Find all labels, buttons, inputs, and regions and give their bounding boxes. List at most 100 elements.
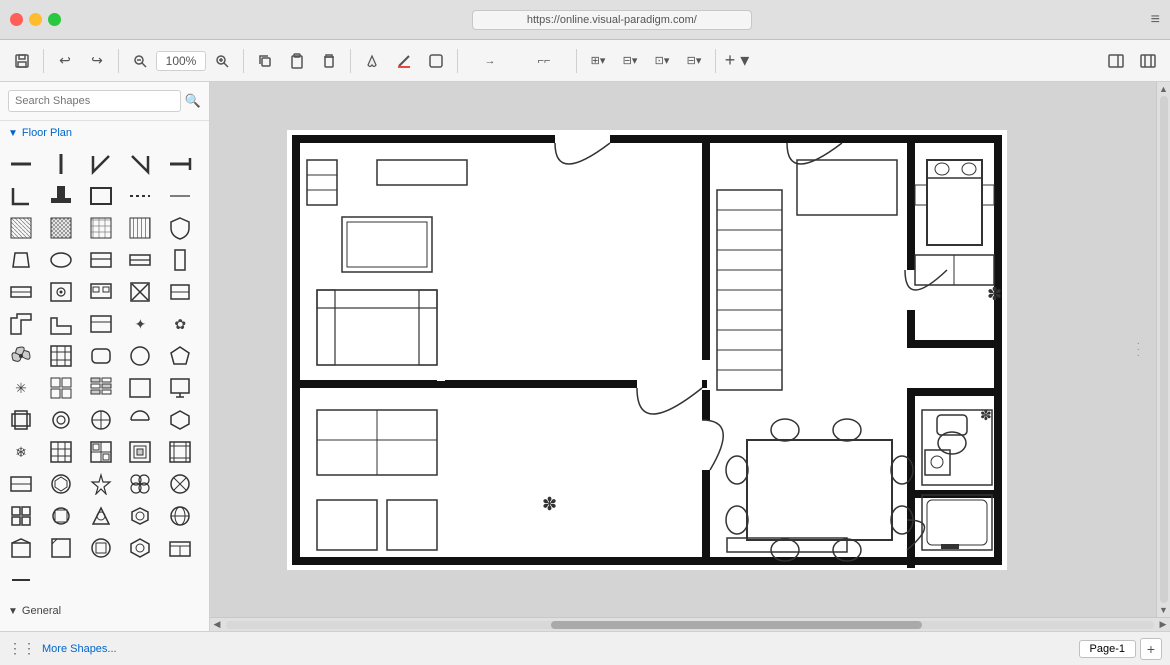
shape-t4[interactable] xyxy=(125,469,155,499)
close-button[interactable] xyxy=(10,13,23,26)
url-text[interactable]: https://online.visual-paradigm.com/ xyxy=(472,10,752,30)
bottom-menu-button[interactable]: ⋮⋮ xyxy=(8,640,36,657)
connector-button[interactable]: → xyxy=(465,47,515,75)
category-general[interactable]: ▼ General xyxy=(0,599,209,623)
shape-s3[interactable] xyxy=(86,437,116,467)
shape-r1[interactable] xyxy=(6,405,36,435)
undo-button[interactable]: ↩ xyxy=(51,47,79,75)
shape-hatch4[interactable] xyxy=(125,213,155,243)
shape-cabinet[interactable] xyxy=(165,245,195,275)
shape-circle2[interactable] xyxy=(125,341,155,371)
shape-r2[interactable] xyxy=(46,405,76,435)
shape-v3[interactable] xyxy=(86,533,116,563)
shape-monitor[interactable] xyxy=(165,373,195,403)
arrange-button[interactable]: ⊞▾ xyxy=(584,47,612,75)
shape-wall-v[interactable] xyxy=(46,149,76,179)
shape-w1[interactable] xyxy=(6,565,36,595)
horizontal-scrollbar[interactable]: ◀ ▶ xyxy=(210,617,1170,631)
shape-rect2[interactable] xyxy=(125,373,155,403)
shape-grid3[interactable] xyxy=(46,373,76,403)
add-page-button[interactable]: + xyxy=(1140,638,1162,660)
shape-t3[interactable] xyxy=(86,469,116,499)
shape-cross[interactable] xyxy=(125,277,155,307)
shape-dashed-h[interactable] xyxy=(125,181,155,211)
panel-toggle-button[interactable] xyxy=(1102,47,1130,75)
fullscreen-button[interactable] xyxy=(1134,47,1162,75)
category-floor-plan[interactable]: ▼ Floor Plan xyxy=(0,121,209,145)
shape-oval[interactable] xyxy=(46,245,76,275)
shape-flower[interactable]: ✿ xyxy=(165,309,195,339)
group-button[interactable]: ⊡▾ xyxy=(648,47,676,75)
shape-bed[interactable] xyxy=(86,245,116,275)
shape-grid2[interactable] xyxy=(46,341,76,371)
shape-5[interactable] xyxy=(165,181,195,211)
align-button[interactable]: ⊟▾ xyxy=(680,47,708,75)
menu-icon[interactable]: ≡ xyxy=(1151,11,1160,29)
shape-r3[interactable] xyxy=(86,405,116,435)
shape-r5[interactable] xyxy=(165,405,195,435)
resize-handle[interactable]: ··· xyxy=(1137,341,1140,359)
shape-star8[interactable]: ✳ xyxy=(6,373,36,403)
waypoint-button[interactable]: ⌐⌐ xyxy=(519,47,569,75)
shape-v2[interactable] xyxy=(46,533,76,563)
scroll-left-arrow[interactable]: ◀ xyxy=(210,618,224,632)
shapes-scroll[interactable]: ▼ Floor Plan xyxy=(0,121,209,631)
shape-u3[interactable] xyxy=(86,501,116,531)
shape-tv[interactable] xyxy=(86,277,116,307)
shape-u2[interactable] xyxy=(46,501,76,531)
shape-corner-piece[interactable] xyxy=(6,309,36,339)
shape-rect[interactable] xyxy=(86,181,116,211)
shape-u5[interactable] xyxy=(165,501,195,531)
shape-s5[interactable] xyxy=(165,437,195,467)
copy-button[interactable] xyxy=(251,47,279,75)
redo-button[interactable]: ↪ xyxy=(83,47,111,75)
search-input[interactable] xyxy=(8,90,181,112)
shape-u1[interactable] xyxy=(6,501,36,531)
layer-button[interactable]: ⊟▾ xyxy=(616,47,644,75)
shape-t-junction[interactable] xyxy=(46,181,76,211)
page-1-tab[interactable]: Page-1 xyxy=(1079,640,1136,658)
shape-t1[interactable] xyxy=(6,469,36,499)
canvas-area[interactable]: ✽ xyxy=(210,82,1156,617)
shape-fan[interactable] xyxy=(6,341,36,371)
maximize-button[interactable] xyxy=(48,13,61,26)
shape-s4[interactable] xyxy=(125,437,155,467)
fill-color-button[interactable] xyxy=(358,47,386,75)
shape-l-shape[interactable] xyxy=(46,309,76,339)
shape-shield[interactable] xyxy=(165,213,195,243)
vertical-scrollbar[interactable]: ▲ ▼ xyxy=(1156,82,1170,617)
shape-t5[interactable] xyxy=(165,469,195,499)
shape-counter[interactable] xyxy=(6,277,36,307)
shape-u4[interactable] xyxy=(125,501,155,531)
scroll-down-arrow[interactable]: ▼ xyxy=(1159,605,1168,615)
shape-hatch1[interactable] xyxy=(6,213,36,243)
shape-hatch2[interactable] xyxy=(46,213,76,243)
shape-r4[interactable] xyxy=(125,405,155,435)
shape-v5[interactable] xyxy=(165,533,195,563)
zoom-value[interactable]: 100% xyxy=(156,51,206,71)
shape-corner-bl[interactable] xyxy=(6,181,36,211)
shape-trapezoid[interactable] xyxy=(6,245,36,275)
minimize-button[interactable] xyxy=(29,13,42,26)
zoom-in-button[interactable] xyxy=(208,47,236,75)
shape-corner-tr[interactable] xyxy=(125,149,155,179)
shape-wall-end[interactable] xyxy=(165,149,195,179)
shape-hatch3[interactable] xyxy=(86,213,116,243)
shape-snowflake[interactable]: ❄ xyxy=(6,437,36,467)
shape-corner-tl[interactable] xyxy=(86,149,116,179)
save-button[interactable] xyxy=(8,47,36,75)
shape-window[interactable] xyxy=(125,245,155,275)
paste-button[interactable] xyxy=(283,47,311,75)
shape-grid4[interactable] xyxy=(86,373,116,403)
shape-style-button[interactable] xyxy=(422,47,450,75)
scroll-thumb[interactable] xyxy=(551,621,922,629)
search-icon[interactable]: 🔍 xyxy=(185,93,201,109)
shape-v4[interactable] xyxy=(125,533,155,563)
scroll-up-arrow[interactable]: ▲ xyxy=(1159,84,1168,94)
shape-star[interactable]: ✦ xyxy=(125,309,155,339)
delete-button[interactable] xyxy=(315,47,343,75)
line-color-button[interactable] xyxy=(390,47,418,75)
shape-desk[interactable] xyxy=(86,309,116,339)
shape-t2[interactable] xyxy=(46,469,76,499)
insert-button[interactable]: + ▾ xyxy=(723,47,751,75)
